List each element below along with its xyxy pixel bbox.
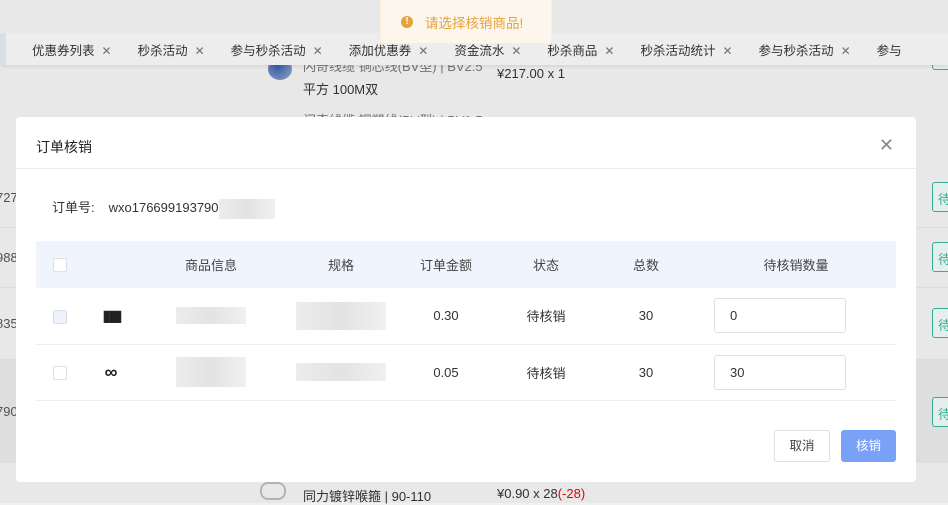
col-spec: 规格 — [286, 241, 396, 288]
col-status: 状态 — [496, 241, 596, 288]
redacted-text — [218, 198, 275, 219]
table-row: ▮▮▮ 0.30 待核销 30 — [36, 288, 896, 345]
close-icon[interactable]: ✕ — [879, 135, 894, 156]
washer-thumbnail: ∞ — [104, 361, 118, 382]
pending-qty-input[interactable] — [714, 298, 846, 334]
row-checkbox[interactable] — [53, 309, 67, 324]
goods-table: 商品信息 规格 订单金额 状态 总数 待核销数量 ▮▮▮ 0.30 待核销 30… — [36, 241, 896, 401]
order-number: 订单号: wxo176699193790 — [52, 197, 275, 219]
pending-qty-input[interactable] — [714, 354, 846, 390]
order-number-value: wxo176699193790 — [108, 200, 219, 215]
warning-toast: ! 请选择核销商品! — [380, 0, 552, 44]
dialog-title: 订单核销 — [16, 117, 916, 169]
select-all-checkbox[interactable] — [53, 258, 67, 273]
col-total: 总数 — [596, 241, 696, 288]
table-row: ∞ 0.05 待核销 30 — [36, 344, 896, 401]
col-amount: 订单金额 — [396, 241, 496, 288]
row-checkbox[interactable] — [53, 365, 67, 380]
warning-icon: ! — [401, 15, 413, 28]
redacted-text — [176, 357, 246, 387]
order-label: 订单号: — [52, 200, 95, 215]
verify-order-dialog: 订单核销 ✕ 订单号: wxo176699193790 商品信息 规格 订单金额 … — [16, 117, 916, 482]
redacted-text — [296, 363, 386, 381]
toast-message: 请选择核销商品! — [425, 15, 524, 31]
verify-button[interactable]: 核销 — [841, 430, 896, 462]
row-status: 待核销 — [496, 288, 596, 345]
col-pending-qty: 待核销数量 — [696, 241, 896, 288]
screws-thumbnail: ▮▮▮ — [102, 307, 122, 325]
redacted-text — [296, 301, 386, 330]
col-product-info: 商品信息 — [136, 241, 286, 288]
row-amount: 0.05 — [396, 344, 496, 401]
row-status: 待核销 — [496, 344, 596, 401]
cancel-button[interactable]: 取消 — [774, 430, 830, 462]
row-total: 30 — [596, 288, 696, 345]
row-amount: 0.30 — [396, 288, 496, 345]
redacted-text — [176, 307, 246, 325]
row-total: 30 — [596, 344, 696, 401]
